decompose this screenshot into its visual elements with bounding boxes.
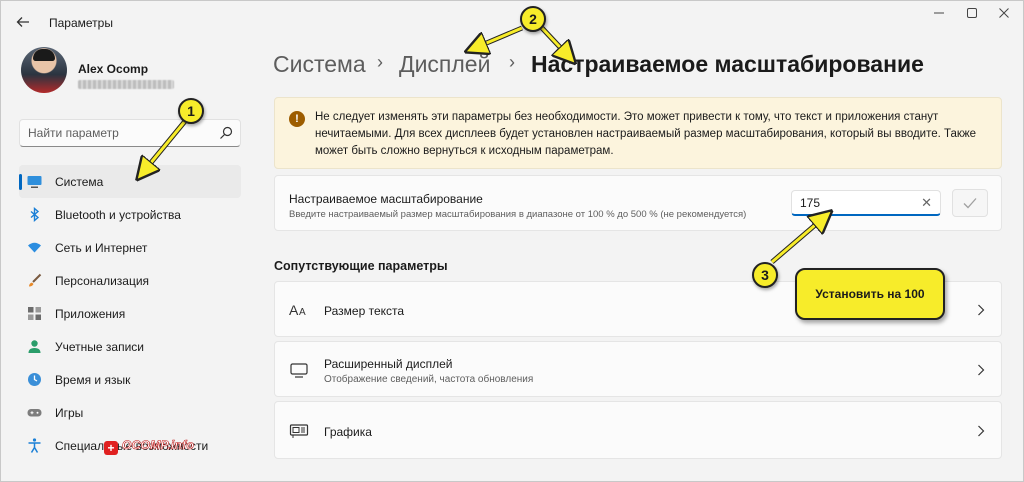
sidebar-item-network[interactable]: Сеть и Интернет bbox=[19, 231, 241, 264]
minimize-button[interactable] bbox=[929, 7, 949, 21]
user-email-blurred bbox=[78, 80, 174, 89]
clear-input-button[interactable]: ✕ bbox=[921, 195, 932, 211]
watermark: + OCOMP.info bbox=[104, 437, 208, 459]
custom-scaling-description: Введите настраиваемый размер масштабиров… bbox=[289, 209, 747, 220]
close-icon bbox=[999, 8, 1009, 18]
watermark-badge: + bbox=[104, 441, 118, 455]
gamepad-icon bbox=[27, 409, 42, 417]
page-title: Настраиваемое масштабирование bbox=[531, 51, 924, 77]
text-size-icon: AA bbox=[289, 302, 306, 318]
chevron-right-icon bbox=[978, 304, 985, 316]
maximize-icon bbox=[967, 8, 977, 18]
monitor-icon bbox=[27, 176, 42, 188]
svg-text:A: A bbox=[289, 302, 299, 318]
sidebar-item-label: Приложения bbox=[55, 307, 126, 321]
close-button[interactable] bbox=[994, 7, 1014, 21]
sidebar-nav: Система Bluetooth и устройства Сеть и Ин… bbox=[19, 165, 241, 462]
maximize-button[interactable] bbox=[962, 7, 982, 21]
apply-button[interactable] bbox=[952, 189, 988, 217]
accessibility-icon bbox=[28, 438, 41, 453]
row-label: Графика bbox=[324, 425, 372, 439]
display-icon bbox=[290, 363, 308, 378]
callout-3: 3 bbox=[752, 262, 778, 288]
breadcrumb-separator: › bbox=[509, 52, 515, 72]
callout-2: 2 bbox=[520, 6, 546, 32]
breadcrumb-display[interactable]: Дисплей bbox=[399, 51, 490, 78]
sidebar-item-label: Персонализация bbox=[55, 274, 150, 288]
app-title: Параметры bbox=[49, 16, 113, 30]
user-name: Alex Ocomp bbox=[78, 62, 149, 76]
sidebar-item-apps[interactable]: Приложения bbox=[19, 297, 241, 330]
title-bar: Параметры bbox=[1, 1, 1023, 41]
sidebar-item-label: Время и язык bbox=[55, 373, 131, 387]
breadcrumb-separator: › bbox=[377, 52, 383, 72]
minimize-icon bbox=[934, 12, 944, 14]
wifi-icon bbox=[28, 242, 41, 253]
row-sublabel: Отображение сведений, частота обновления bbox=[324, 374, 534, 385]
row-label: Размер текста bbox=[324, 304, 405, 318]
sidebar-item-personalization[interactable]: Персонализация bbox=[19, 264, 241, 297]
scaling-field: ✕ bbox=[791, 190, 941, 216]
custom-scaling-title: Настраиваемое масштабирование bbox=[289, 192, 483, 206]
bluetooth-icon bbox=[30, 207, 40, 222]
apps-icon bbox=[28, 307, 41, 320]
search-icon[interactable] bbox=[218, 125, 234, 141]
graphics-row[interactable]: Графика bbox=[274, 401, 1002, 459]
sidebar-item-time-language[interactable]: Время и язык bbox=[19, 363, 241, 396]
sidebar-item-gaming[interactable]: Игры bbox=[19, 396, 241, 429]
sidebar-item-label: Игры bbox=[55, 406, 84, 420]
person-icon bbox=[28, 340, 41, 353]
warning-text: Не следует изменять эти параметры без не… bbox=[315, 111, 977, 157]
search-box bbox=[19, 119, 241, 147]
back-button[interactable] bbox=[11, 11, 35, 33]
graphics-card-icon bbox=[289, 424, 309, 438]
custom-scaling-card: Настраиваемое масштабирование Введите на… bbox=[274, 175, 1002, 231]
chevron-right-icon bbox=[978, 425, 985, 437]
warning-banner: ! Не следует изменять эти параметры без … bbox=[274, 97, 1002, 169]
brush-icon bbox=[29, 273, 42, 287]
sidebar-item-bluetooth[interactable]: Bluetooth и устройства bbox=[19, 198, 241, 231]
related-settings-title: Сопутствующие параметры bbox=[274, 259, 448, 273]
arrow-left-icon bbox=[16, 17, 29, 27]
sidebar-item-label: Сеть и Интернет bbox=[55, 241, 148, 255]
sidebar-item-label: Bluetooth и устройства bbox=[55, 208, 181, 222]
advanced-display-row[interactable]: Расширенный дисплей Отображение сведений… bbox=[274, 341, 1002, 397]
chevron-right-icon bbox=[978, 364, 985, 376]
settings-window: Параметры Alex Ocomp Система Bluetooth и… bbox=[0, 0, 1024, 482]
sidebar-item-label: Учетные записи bbox=[55, 340, 144, 354]
annotation-note: Установить на 100 bbox=[795, 268, 945, 320]
warning-icon: ! bbox=[289, 111, 305, 127]
breadcrumb-system[interactable]: Система bbox=[273, 51, 366, 78]
search-input[interactable] bbox=[28, 124, 218, 142]
scaling-input[interactable] bbox=[800, 195, 910, 211]
sidebar-item-accounts[interactable]: Учетные записи bbox=[19, 330, 241, 363]
avatar[interactable] bbox=[21, 47, 67, 93]
sidebar-item-label: Система bbox=[55, 175, 104, 189]
globe-clock-icon bbox=[28, 373, 41, 386]
sidebar-item-system[interactable]: Система bbox=[19, 165, 241, 198]
svg-text:A: A bbox=[299, 307, 306, 318]
callout-1: 1 bbox=[178, 98, 204, 124]
row-label: Расширенный дисплей bbox=[324, 357, 453, 371]
checkmark-icon bbox=[963, 198, 977, 209]
watermark-text: OCOMP.info bbox=[122, 438, 195, 453]
